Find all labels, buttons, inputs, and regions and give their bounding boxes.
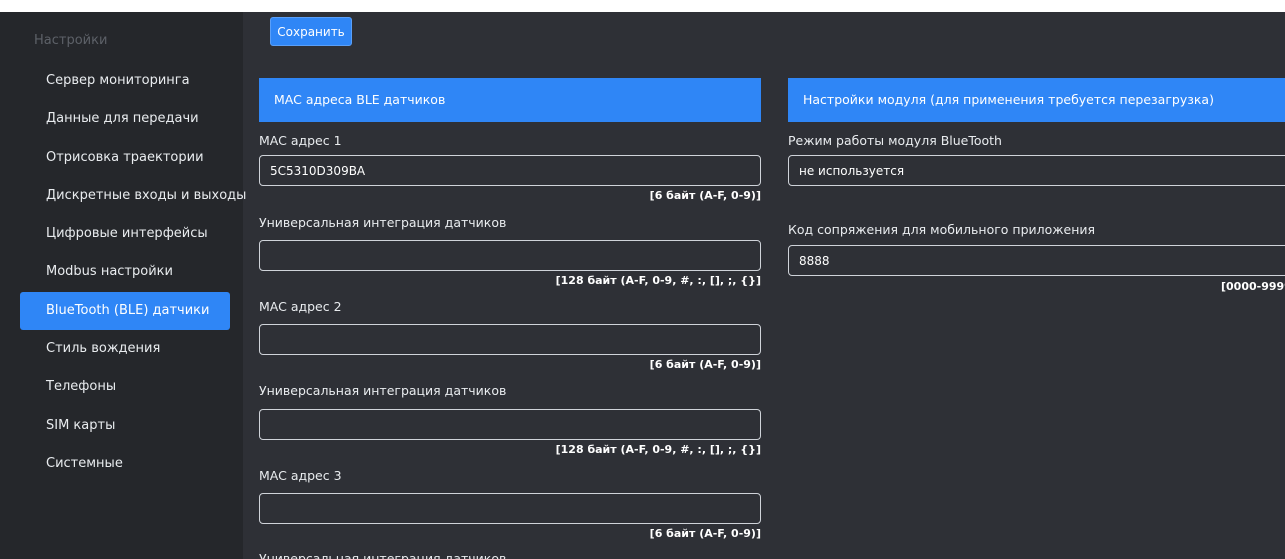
sidebar-item-bluetooth-sensors[interactable]: BlueTooth (BLE) датчики — [20, 291, 230, 331]
integration-1-hint: [128 байт (A-F, 0-9, #, :, [], ;, {}] — [555, 274, 761, 287]
save-button[interactable]: Сохранить — [270, 17, 352, 46]
mac-panel-header: MAC адреса BLE датчиков — [259, 78, 761, 122]
sidebar-item-driving-style[interactable]: Стиль вождения — [20, 330, 230, 368]
mac-3-input[interactable] — [259, 493, 761, 524]
integration-3-label: Универсальная интеграция датчиков — [259, 551, 507, 559]
sidebar-title: Настройки — [34, 33, 108, 48]
integration-1-input[interactable] — [259, 240, 761, 271]
mac-2-label: MAC адрес 2 — [259, 299, 342, 314]
sidebar-item-system[interactable]: Системные — [20, 445, 230, 483]
mac-3-label: MAC адрес 3 — [259, 468, 342, 483]
pairing-code-input[interactable] — [788, 245, 1285, 276]
mac-1-hint: [6 байт (A-F, 0-9)] — [649, 189, 761, 202]
sidebar-item-modbus[interactable]: Modbus настройки — [20, 253, 230, 291]
sidebar-nav: Сервер мониторинга Данные для передачи О… — [20, 62, 246, 483]
sidebar-item-transmit-data[interactable]: Данные для передачи — [20, 100, 230, 138]
pairing-code-label: Код сопряжения для мобильного приложения — [788, 222, 1096, 237]
bluetooth-mode-label: Режим работы модуля BlueTooth — [788, 133, 1002, 148]
mac-2-hint: [6 байт (A-F, 0-9)] — [649, 358, 761, 371]
sidebar-item-sim-cards[interactable]: SIM карты — [20, 407, 230, 445]
integration-1-label: Универсальная интеграция датчиков — [259, 215, 507, 230]
mac-2-input[interactable] — [259, 324, 761, 355]
sidebar-item-monitoring-server[interactable]: Сервер мониторинга — [20, 62, 230, 100]
sidebar-item-discrete-io[interactable]: Дискретные входы и выходы — [20, 177, 246, 215]
integration-2-hint: [128 байт (A-F, 0-9, #, :, [], ;, {}] — [555, 443, 761, 456]
integration-2-input[interactable] — [259, 409, 761, 440]
module-settings-panel: Настройки модуля (для применения требует… — [788, 12, 1285, 559]
sidebar-item-digital-interfaces[interactable]: Цифровые интерфейсы — [20, 215, 230, 253]
sidebar-item-phones[interactable]: Телефоны — [20, 368, 230, 406]
sidebar-item-track-rendering[interactable]: Отрисовка траектории — [20, 139, 230, 177]
integration-2-label: Универсальная интеграция датчиков — [259, 383, 507, 398]
sidebar: Настройки Сервер мониторинга Данные для … — [0, 12, 246, 559]
app-window: Настройки Сервер мониторинга Данные для … — [0, 12, 1285, 559]
mac-1-input[interactable] — [259, 155, 761, 186]
bluetooth-mode-select[interactable] — [788, 155, 1285, 186]
mac-1-label: MAC адрес 1 — [259, 133, 342, 148]
pairing-code-hint: [0000-9999] — [1221, 280, 1285, 293]
mac-3-hint: [6 байт (A-F, 0-9)] — [649, 527, 761, 540]
module-panel-header: Настройки модуля (для применения требует… — [788, 78, 1285, 122]
